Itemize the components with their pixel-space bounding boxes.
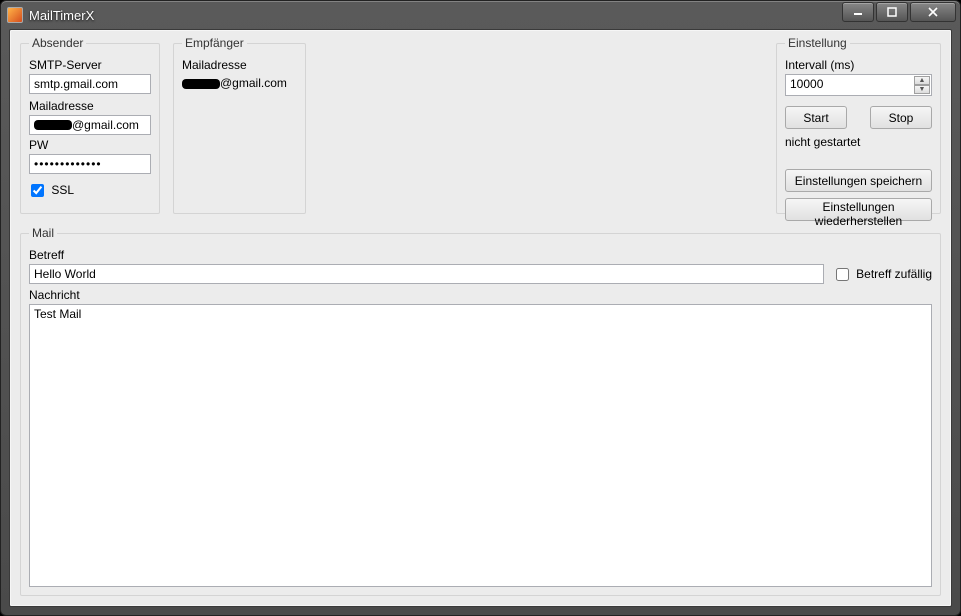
empfaenger-group: Empfänger Mailadresse @gmail.com — [173, 36, 306, 214]
empfaenger-legend: Empfänger — [182, 36, 247, 50]
minimize-icon — [853, 7, 863, 17]
absender-group: Absender SMTP-Server Mailadresse @gmail.… — [20, 36, 160, 214]
mail-legend: Mail — [29, 226, 57, 240]
smtp-label: SMTP-Server — [29, 58, 151, 72]
betreff-zufaellig-checkbox[interactable] — [836, 268, 849, 281]
sender-mail-input[interactable]: @gmail.com — [29, 115, 151, 135]
window-controls — [842, 2, 956, 24]
pw-label: PW — [29, 138, 151, 152]
interval-spinner: ▲ ▼ — [914, 76, 930, 94]
redacted-sender — [34, 120, 72, 130]
smtp-input[interactable] — [29, 74, 151, 94]
ssl-checkbox[interactable] — [31, 184, 44, 197]
betreff-label: Betreff — [29, 248, 932, 262]
stop-button[interactable]: Stop — [870, 106, 932, 129]
status-text: nicht gestartet — [785, 135, 932, 149]
close-icon — [927, 7, 939, 17]
betreff-zufaellig-wrap: Betreff zufällig — [832, 265, 932, 284]
recipient-mail-label: Mailadresse — [182, 58, 297, 72]
interval-input[interactable]: 10000 ▲ ▼ — [785, 74, 932, 96]
sender-mail-suffix: @gmail.com — [72, 118, 139, 132]
pw-input[interactable] — [29, 154, 151, 174]
einstellung-legend: Einstellung — [785, 36, 850, 50]
start-button[interactable]: Start — [785, 106, 847, 129]
absender-legend: Absender — [29, 36, 86, 50]
sender-mail-label: Mailadresse — [29, 99, 151, 113]
save-settings-button[interactable]: Einstellungen speichern — [785, 169, 932, 192]
client-area: Absender SMTP-Server Mailadresse @gmail.… — [9, 29, 952, 607]
spinner-up[interactable]: ▲ — [914, 76, 930, 85]
mail-group: Mail Betreff Betreff zufällig Nachricht — [20, 226, 941, 596]
main-window: MailTimerX Absender SMTP-Server Mailadre… — [0, 0, 961, 616]
interval-label: Intervall (ms) — [785, 58, 932, 72]
betreff-input[interactable] — [29, 264, 824, 284]
app-icon — [7, 7, 23, 23]
close-button[interactable] — [910, 2, 956, 22]
titlebar[interactable]: MailTimerX — [1, 1, 960, 29]
window-title: MailTimerX — [29, 8, 94, 23]
interval-value: 10000 — [790, 77, 823, 91]
recipient-mail-value: @gmail.com — [182, 76, 297, 90]
redacted-recipient — [182, 79, 220, 89]
restore-settings-button[interactable]: Einstellungen wiederherstellen — [785, 198, 932, 221]
maximize-icon — [887, 7, 897, 17]
ssl-label: SSL — [51, 183, 74, 197]
spinner-down[interactable]: ▼ — [914, 85, 930, 94]
betreff-zufaellig-label: Betreff zufällig — [856, 267, 932, 281]
maximize-button[interactable] — [876, 2, 908, 22]
recipient-mail-suffix: @gmail.com — [220, 76, 287, 90]
nachricht-label: Nachricht — [29, 288, 932, 302]
einstellung-group: Einstellung Intervall (ms) 10000 ▲ ▼ Sta… — [776, 36, 941, 214]
minimize-button[interactable] — [842, 2, 874, 22]
nachricht-textarea[interactable] — [29, 304, 932, 587]
